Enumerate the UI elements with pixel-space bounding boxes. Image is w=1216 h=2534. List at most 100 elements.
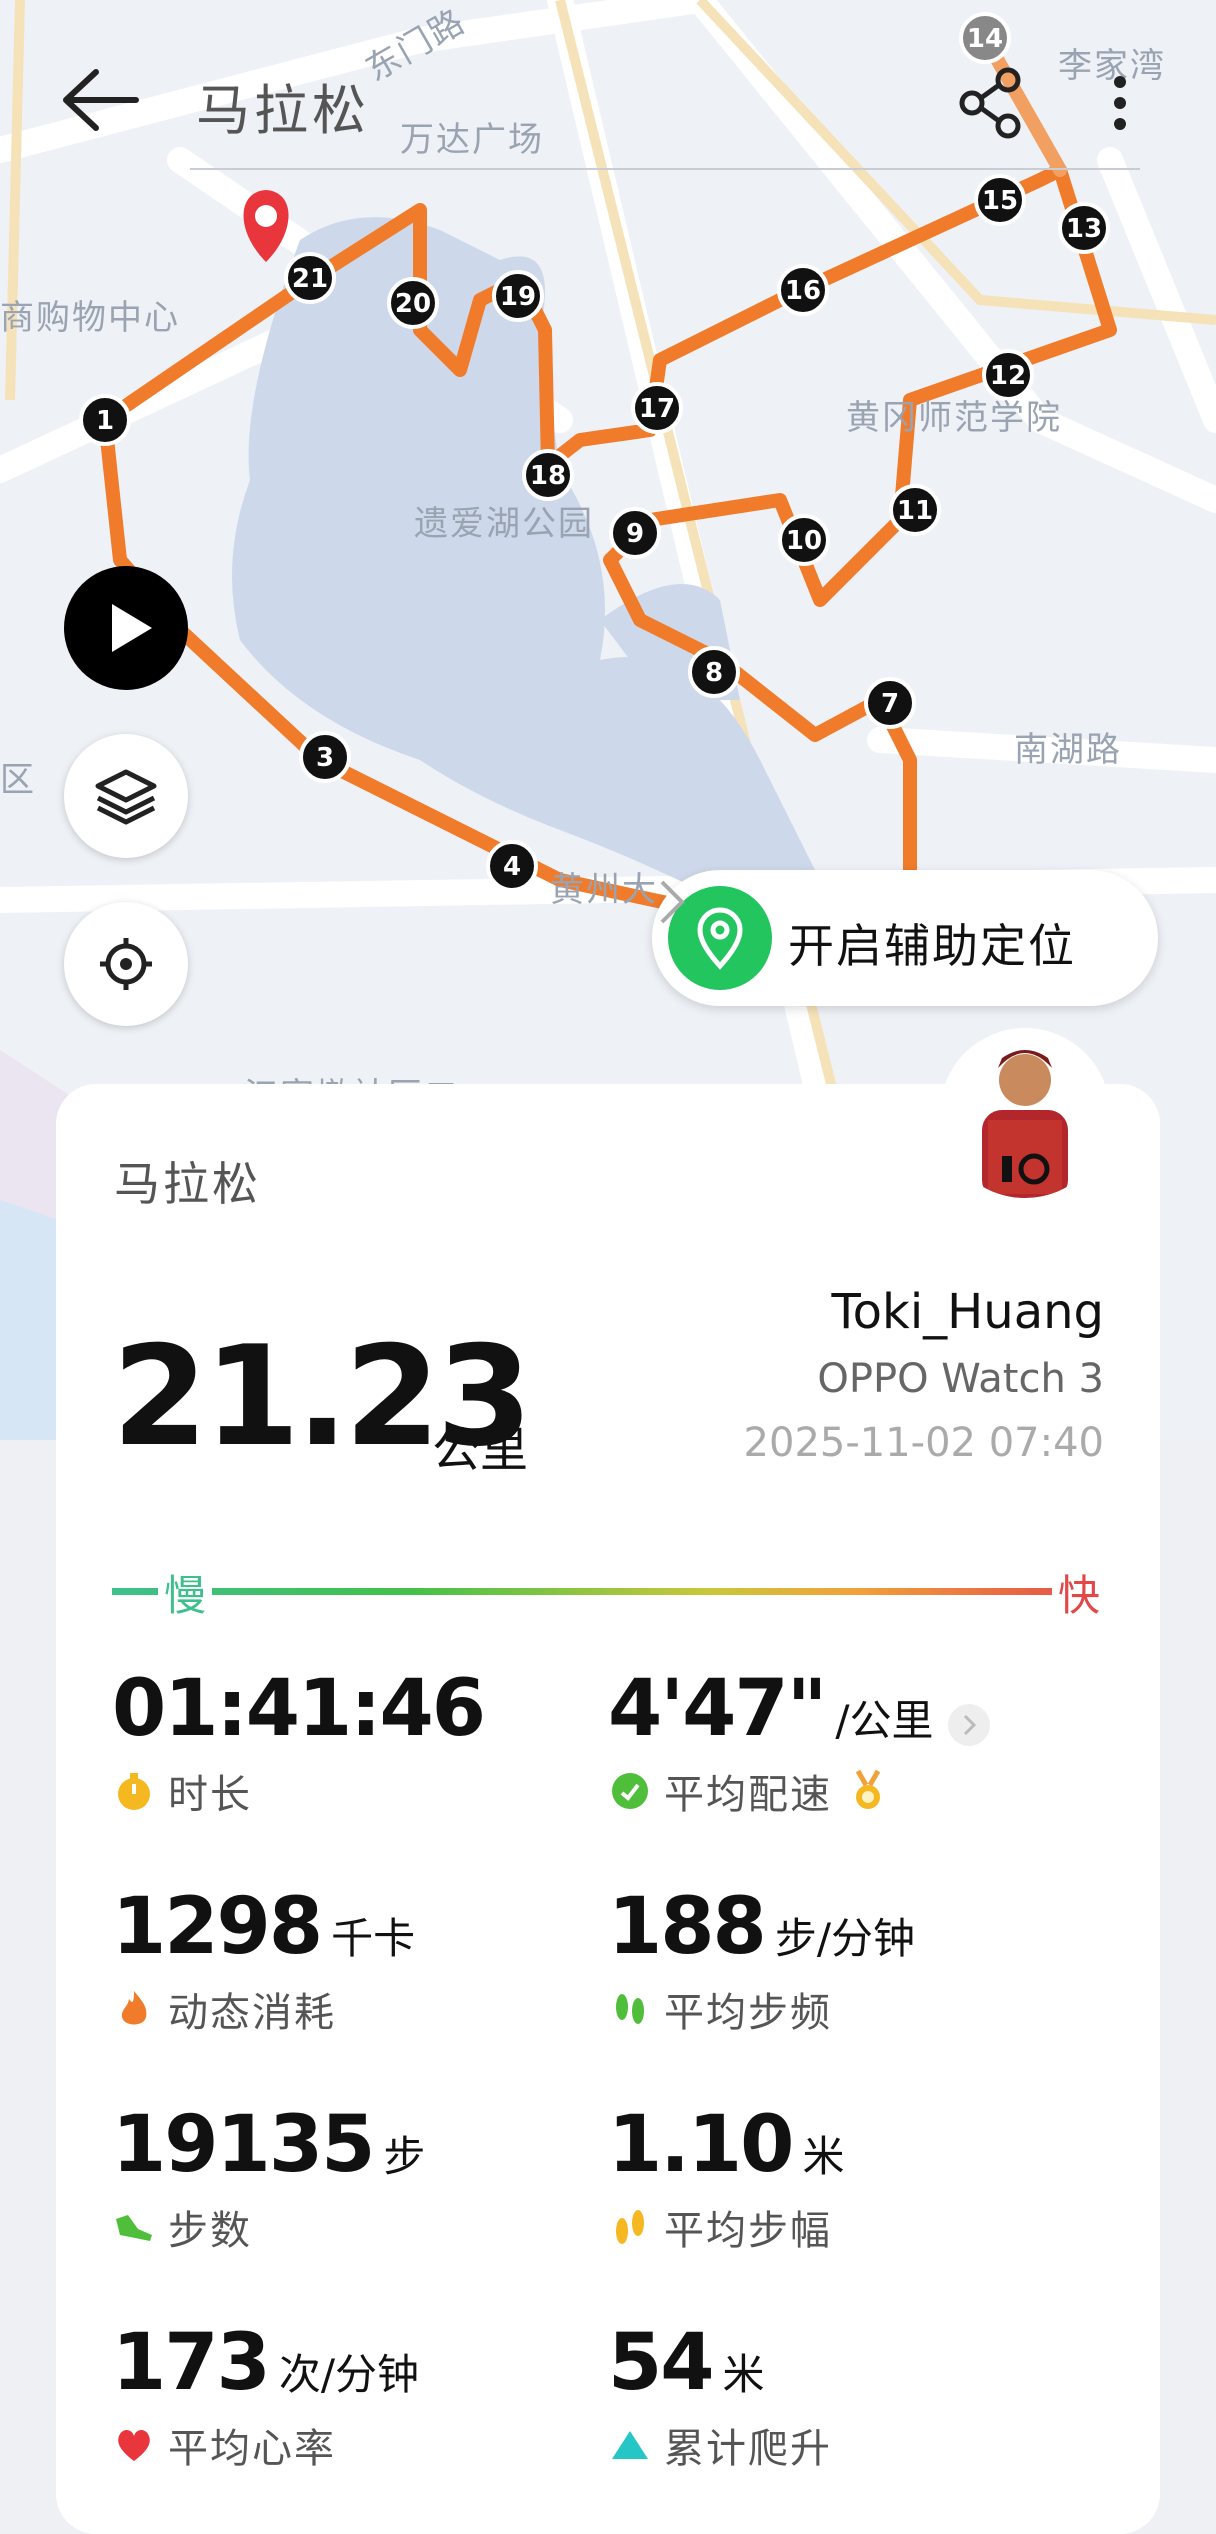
stat-value: 4'47" — [608, 1664, 827, 1754]
top-bar: 马拉松 — [0, 0, 1216, 200]
km-marker-8: 8 — [688, 646, 740, 698]
back-button[interactable] — [56, 60, 146, 140]
km-marker-9: 9 — [609, 507, 661, 559]
km-marker-11: 11 — [889, 484, 941, 536]
stat-unit: 步 — [383, 2132, 426, 2181]
pace-slow-label: 慢 — [158, 1562, 213, 1623]
layers-icon — [95, 769, 157, 825]
km-marker-19: 19 — [492, 270, 544, 322]
svg-text:1: 1 — [96, 406, 114, 436]
distance-unit: 公里 — [432, 1422, 529, 1478]
user-name: Toki_Huang — [831, 1284, 1104, 1340]
svg-text:4: 4 — [503, 852, 521, 882]
stat-label: 时长 — [168, 1772, 252, 1818]
svg-text:10: 10 — [786, 526, 822, 556]
stat-unit: 步/分钟 — [774, 1914, 915, 1963]
heart-icon — [118, 2430, 150, 2461]
share-button[interactable] — [950, 62, 1032, 144]
stat-value: 19135 — [112, 2100, 375, 2190]
map-label-district: 区 — [0, 760, 36, 800]
map-label-huangzhou: 黄州大 — [550, 870, 658, 910]
play-button[interactable] — [64, 566, 188, 690]
pace-gradient-bar: 慢 快 — [112, 1560, 1107, 1623]
pace-check-icon — [612, 1773, 648, 1809]
stat-unit: 千卡 — [331, 1914, 416, 1963]
stride-icon — [616, 2210, 644, 2244]
svg-text:19: 19 — [500, 282, 536, 312]
workout-datetime: 2025-11-02 07:40 — [743, 1420, 1104, 1466]
stat-heart-rate: 173 次/分钟 平均心率 — [112, 2318, 419, 2474]
back-arrow-icon — [63, 69, 139, 131]
medal-icon — [855, 1769, 881, 1809]
stat-steps: 19135 步 步数 — [112, 2100, 425, 2256]
km-marker-3: 3 — [299, 731, 351, 783]
svg-text:17: 17 — [639, 394, 675, 424]
stat-stride: 1.10 米 平均步幅 — [608, 2100, 844, 2256]
km-marker-7: 7 — [864, 677, 916, 729]
assist-location-button[interactable]: 开启辅助定位 — [652, 870, 1158, 1006]
shoe-icon — [116, 2215, 152, 2241]
map-label-huanggang-normal: 黄冈师范学院 — [846, 398, 1062, 438]
triangle-up-icon — [612, 2431, 648, 2459]
assist-location-label: 开启辅助定位 — [788, 919, 1076, 973]
svg-text:21: 21 — [292, 264, 328, 294]
km-marker-1: 1 — [79, 394, 131, 446]
footprints-icon — [616, 1994, 644, 2024]
km-marker-10: 10 — [778, 514, 830, 566]
svg-text:9: 9 — [626, 519, 644, 549]
km-marker-16: 16 — [777, 264, 829, 316]
locate-button[interactable] — [64, 902, 188, 1026]
pace-gradient-line — [112, 1588, 1104, 1595]
chevron-right-icon[interactable] — [947, 1703, 990, 1746]
km-marker-13: 13 — [1058, 202, 1110, 254]
stat-label: 平均心率 — [168, 2426, 336, 2472]
svg-text:20: 20 — [395, 289, 431, 319]
stat-avg-pace[interactable]: 4'47"/公里 平均配速 — [608, 1664, 990, 1820]
card-title: 马拉松 — [114, 1157, 261, 1211]
km-marker-18: 18 — [522, 449, 574, 501]
stat-value: 188 — [608, 1882, 767, 1972]
svg-text:7: 7 — [881, 689, 899, 719]
stat-value: 54 — [608, 2318, 715, 2408]
stat-unit: 米 — [722, 2350, 765, 2399]
avatar[interactable] — [940, 1028, 1110, 1198]
stat-duration: 01:41:46 时长 — [112, 1664, 486, 1820]
start-pin — [243, 190, 289, 262]
chevron-right-icon — [660, 880, 685, 924]
km-marker-17: 17 — [631, 382, 683, 434]
page-title: 马拉松 — [196, 79, 370, 142]
map-label-nanhu-road: 南湖路 — [1014, 730, 1122, 770]
stat-value: 1298 — [112, 1882, 323, 1972]
svg-text:8: 8 — [705, 658, 723, 688]
km-marker-4: 4 — [486, 840, 538, 892]
stat-label: 动态消耗 — [168, 1990, 336, 2036]
stat-elevation: 54 米 累计爬升 — [608, 2318, 832, 2474]
more-vertical-icon — [1114, 76, 1126, 130]
km-marker-21: 21 — [284, 252, 336, 304]
share-icon — [959, 67, 1021, 139]
more-button[interactable] — [1090, 62, 1150, 144]
svg-text:11: 11 — [897, 496, 933, 526]
stat-value: 1.10 — [608, 2100, 794, 2190]
header-divider — [190, 168, 1140, 170]
svg-text:16: 16 — [785, 276, 821, 306]
stat-label: 平均配速 — [664, 1772, 832, 1818]
stat-label: 步数 — [168, 2208, 252, 2254]
stat-unit: /公里 — [835, 1696, 934, 1745]
device-name: OPPO Watch 3 — [817, 1356, 1104, 1402]
svg-text:13: 13 — [1066, 214, 1102, 244]
svg-text:12: 12 — [990, 361, 1026, 391]
svg-text:18: 18 — [530, 461, 566, 491]
km-marker-20: 20 — [387, 277, 439, 329]
workout-summary-card: 马拉松 21.23 公里 Toki_Huang OPPO Watch 3 202… — [56, 1084, 1160, 2534]
map-label-yiai-lake-park: 遗爱湖公园 — [414, 504, 594, 544]
flame-icon — [121, 1991, 147, 2025]
stat-value: 173 — [112, 2318, 271, 2408]
layers-button[interactable] — [64, 734, 188, 858]
pace-fast-label: 快 — [1052, 1562, 1107, 1623]
locate-icon — [100, 938, 152, 990]
stat-cadence: 188 步/分钟 平均步频 — [608, 1882, 915, 2038]
stat-unit: 米 — [802, 2132, 845, 2181]
stat-label: 累计爬升 — [664, 2426, 832, 2472]
map-label-mall: 商购物中心 — [0, 298, 180, 338]
